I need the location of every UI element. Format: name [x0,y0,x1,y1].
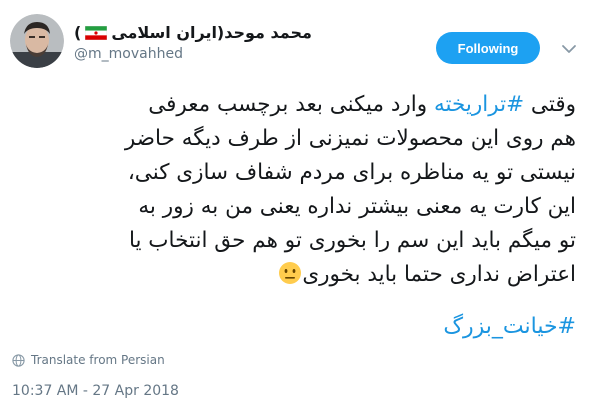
user-handle[interactable]: @m_movahhed [74,46,183,62]
name-row: محمد موحد(ایران اسلامی ) [74,20,312,44]
avatar-image [10,14,64,68]
avatar[interactable] [10,14,64,68]
tweet-line-3: نیستی تو یه مناظره برای مردم شفاف سازی ک… [127,160,576,185]
tweet-line-4: این کارت یه معنی بیشتر نداره یعنی من به … [138,194,576,219]
timestamp[interactable]: 10:37 AM - 27 Apr 2018 [12,383,179,399]
following-button[interactable]: Following [436,32,540,64]
chevron-down-icon[interactable] [560,40,578,58]
tweet-line-1-suffix: وارد میکنی بعد برچسب معرفی [148,92,434,117]
hashtag-link-2[interactable]: #خیانت_بزرگ [443,310,576,344]
tweet-line-1-prefix: وقتی [524,92,576,117]
iran-flag-icon [85,25,108,41]
tweet-text: وقتی #تراریخته وارد میکنی بعد برچسب معرف… [16,88,576,292]
tweet-line-5: تو میگم باید این سم را بخوری تو هم حق ان… [128,228,576,253]
globe-icon [12,353,25,367]
translate-link[interactable]: Translate from Persian [12,353,165,367]
display-name[interactable]: محمد موحد(ایران اسلامی [111,23,312,42]
tweet-line-6-text: اعتراض نداری حتما باید بخوری [302,262,576,287]
tweet-line-1: وقتی #تراریخته وارد میکنی بعد برچسب معرف… [16,88,576,122]
neutral-face-emoji [278,261,302,285]
tweet-card: محمد موحد(ایران اسلامی ) @m_movahhed Fol… [0,0,590,408]
hashtag-link[interactable]: #تراریخته [434,92,524,117]
closing-paren: ) [74,22,82,42]
tweet-line-6: اعتراض نداری حتما باید بخوری [16,258,576,292]
translate-label: Translate from Persian [31,353,165,367]
tweet-line-2: هم روی این محصولات نمیزنی از طرف دیگه حا… [124,126,576,151]
